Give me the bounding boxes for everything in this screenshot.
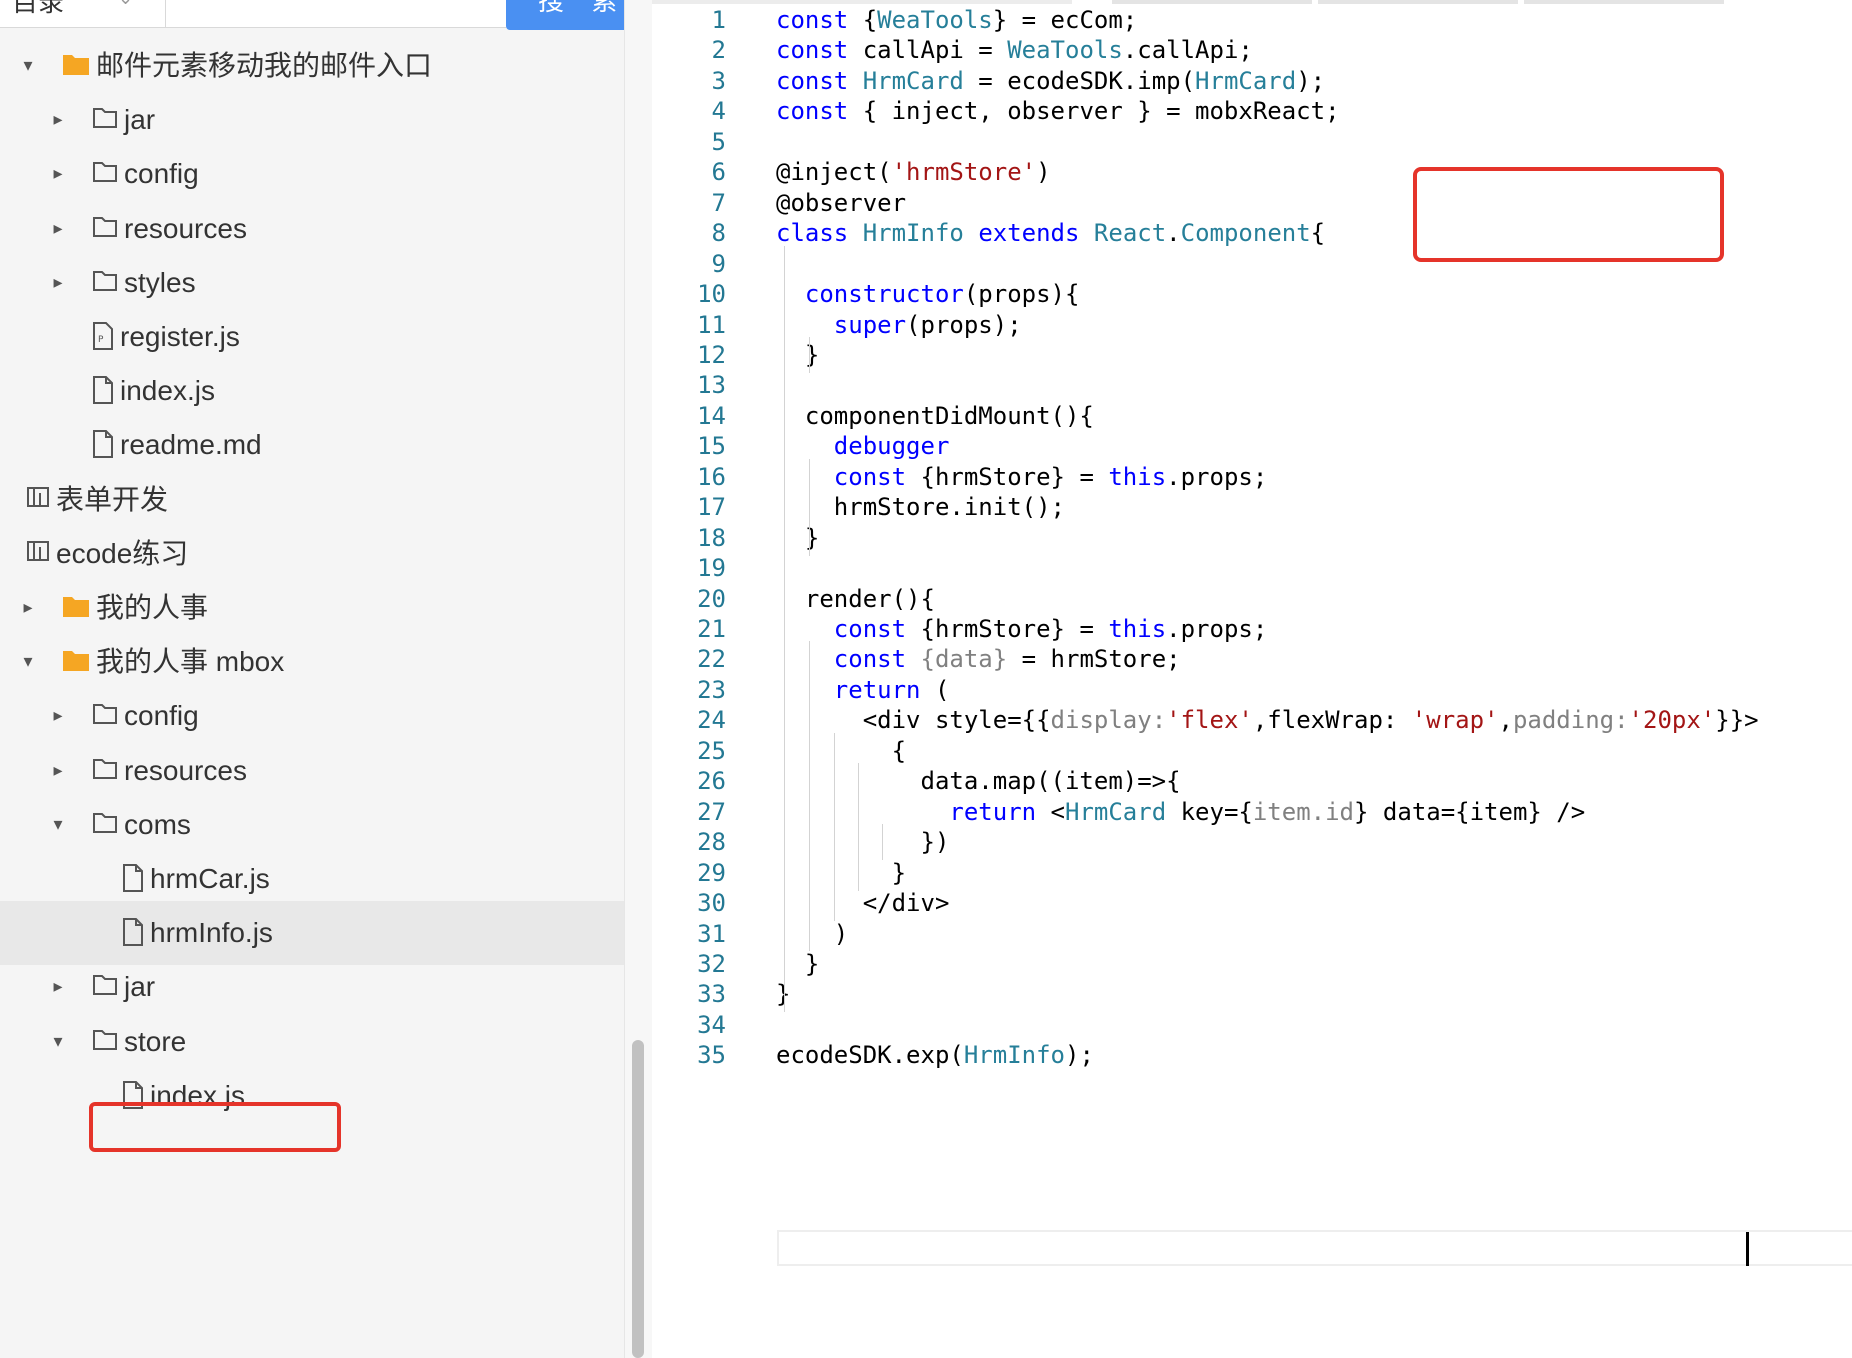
code-line[interactable]: class HrmInfo extends React.Component{ xyxy=(776,215,1325,251)
folder-outline-icon xyxy=(92,701,118,731)
folder-outline-icon xyxy=(92,105,118,135)
code-line[interactable]: const { inject, observer } = mobxReact; xyxy=(776,93,1340,129)
file-tree-sidebar: 目录 ⌄ 搜 索 ▾邮件元素移动我的邮件入口▸jar▸config▸resour… xyxy=(0,0,624,1358)
file-icon xyxy=(92,430,114,462)
folder-icon xyxy=(62,51,90,81)
indent-guide xyxy=(882,824,883,861)
folder-outline-icon xyxy=(92,268,118,298)
chevron-down-icon: ⌄ xyxy=(118,0,133,12)
indent-guide xyxy=(834,732,835,922)
code-line[interactable]: <div style={{display:'flex',flexWrap: 'w… xyxy=(776,702,1759,738)
folder-outline-icon xyxy=(92,810,118,840)
folder-icon xyxy=(62,593,90,623)
code-line[interactable]: ecodeSDK.exp(HrmInfo); xyxy=(776,1037,1094,1073)
search-button[interactable]: 搜 索 xyxy=(506,0,624,30)
form-icon xyxy=(26,539,50,567)
folder-icon xyxy=(62,647,90,677)
form-icon xyxy=(26,485,50,513)
code-line[interactable]: } xyxy=(776,520,819,556)
indent-guide xyxy=(809,458,810,556)
search-button-label: 搜 索 xyxy=(538,0,624,16)
file-icon xyxy=(122,864,144,896)
code-editor[interactable]: 1 2 3 4 5 6 7 8 9 10 11 12 13 14 15 16 17 18 19 20 21 22 23 24 2… xyxy=(652,0,1852,1358)
indent-guide xyxy=(858,763,859,891)
folder-outline-icon xyxy=(92,1027,118,1057)
folder-outline-icon xyxy=(92,756,118,786)
indent-guide xyxy=(809,336,810,373)
code-line[interactable]: } xyxy=(776,337,819,373)
search-input[interactable] xyxy=(166,0,506,28)
file-icon xyxy=(122,918,144,950)
selected-file-highlight xyxy=(89,1102,341,1152)
editor-tab[interactable] xyxy=(1318,0,1518,4)
decorator-highlight-box xyxy=(1413,167,1724,262)
file-p-icon: P xyxy=(92,322,114,354)
sidebar-toolbar: 目录 ⌄ 搜 索 xyxy=(0,0,624,30)
editor-tab[interactable] xyxy=(1524,0,1724,4)
folder-outline-icon xyxy=(92,214,118,244)
indent-guide xyxy=(784,245,785,1013)
directory-select[interactable]: 目录 ⌄ xyxy=(0,0,166,28)
directory-select-label: 目录 xyxy=(12,0,65,18)
line-number: 35 xyxy=(697,1041,726,1070)
sidebar-scrollbar[interactable] xyxy=(632,1040,644,1358)
current-line-highlight xyxy=(777,1230,1852,1266)
svg-text:P: P xyxy=(98,335,104,345)
text-cursor xyxy=(1746,1232,1749,1266)
indent-guide xyxy=(809,641,810,952)
folder-outline-icon xyxy=(92,159,118,189)
folder-outline-icon xyxy=(92,972,118,1002)
editor-tab[interactable] xyxy=(1112,0,1312,4)
file-icon xyxy=(92,376,114,408)
